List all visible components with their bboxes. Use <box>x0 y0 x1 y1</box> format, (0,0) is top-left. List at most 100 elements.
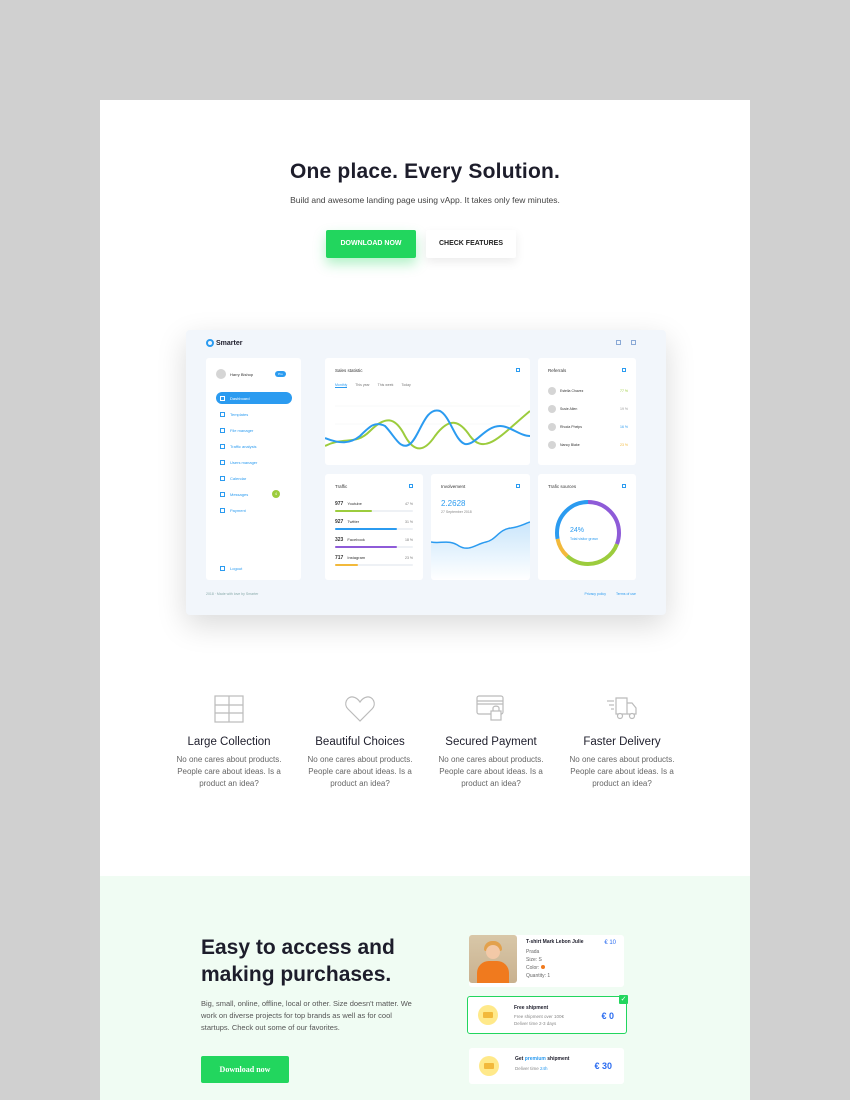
sales-line-chart <box>325 405 530 450</box>
tab-this-week[interactable]: This week <box>378 383 394 388</box>
card-title: Referrals <box>548 368 567 373</box>
messages-badge: 4 <box>272 490 280 498</box>
terms-link[interactable]: Terms of use <box>616 592 636 596</box>
logo-text: Smarter <box>216 339 243 347</box>
traffic-row: 977 Youtube 47 % <box>335 501 413 512</box>
avatar <box>548 405 556 413</box>
download-now-button-secondary[interactable]: Download now <box>201 1056 289 1083</box>
sidebar-item-file-manager[interactable]: File manager <box>216 424 292 436</box>
product-price: € 10 <box>604 940 616 946</box>
dashboard-preview: Smarter Harry Bishop Pro Dashboard Templ… <box>186 330 666 615</box>
notification-icon[interactable] <box>616 340 621 345</box>
avatar <box>548 441 556 449</box>
feature-secured-payment: Secured Payment No one cares about produ… <box>426 695 556 790</box>
menu-icon[interactable] <box>409 484 413 488</box>
avatar <box>216 369 226 379</box>
shipment-line: Deliver time 2-3 days <box>514 1021 557 1026</box>
donut-chart <box>555 500 621 566</box>
menu-icon[interactable] <box>622 484 626 488</box>
sidebar-item-dashboard[interactable]: Dashboard <box>216 392 292 404</box>
shipment-icon <box>479 1056 499 1076</box>
sources-label: Total visitor grown <box>570 537 599 541</box>
menu-icon[interactable] <box>622 368 626 372</box>
involvement-area-chart <box>431 521 530 580</box>
shipment-option-free[interactable]: Free shipment Free shipment over 100€ De… <box>467 995 628 1034</box>
hero-title: One place. Every Solution. <box>289 160 561 183</box>
feature-text: No one cares about products. People care… <box>569 755 675 788</box>
feature-text: No one cares about products. People care… <box>307 755 413 788</box>
feature-title: Secured Payment <box>445 736 537 748</box>
purchase-title: Easy to access and making purchases. <box>201 936 395 986</box>
sales-statistic-card: Sales statistic Monthly This year This w… <box>325 358 530 465</box>
truck-icon <box>607 697 637 720</box>
menu-icon[interactable] <box>516 368 520 372</box>
referrals-card: Referrals Estella Chavez 77 % Susie Allen… <box>538 358 636 465</box>
calendar-icon <box>220 475 225 481</box>
progress-fill <box>335 510 372 512</box>
purchase-section: Easy to access and making purchases. Big… <box>100 876 750 1100</box>
progress-bar <box>335 564 413 566</box>
sidebar-item-logout[interactable]: Logout <box>216 562 292 574</box>
sidebar-item-messages[interactable]: Messages 4 <box>216 488 292 500</box>
dashboard-footer: 2018 · Made with love by Smarter <box>206 592 259 596</box>
folder-icon <box>220 427 225 433</box>
avatar <box>548 423 556 431</box>
traffic-row: 927 Twitter 31 % <box>335 519 413 530</box>
product-image <box>469 935 517 983</box>
feature-text: No one cares about products. People care… <box>176 755 282 788</box>
privacy-link[interactable]: Privacy policy <box>585 592 606 596</box>
product-brand: Prada <box>526 949 540 955</box>
sidebar-item-calendar[interactable]: Calendar <box>216 472 292 484</box>
product-card[interactable]: T-shirt Mark Lebon Julie € 10 Prada Size… <box>469 935 624 987</box>
check-features-button[interactable]: CHECK FEATURES <box>426 230 516 258</box>
dashboard-sidebar: Harry Bishop Pro Dashboard Templates Fil… <box>206 358 301 580</box>
templates-icon <box>220 411 225 417</box>
dashboard-logo: Smarter <box>206 339 242 347</box>
involvement-card: Involvement 2.2628 27 September 2018 <box>431 474 530 580</box>
sidebar-item-traffic[interactable]: Traffic analysis <box>216 440 292 452</box>
purchase-text: Big, small, online, offline, local or ot… <box>201 999 412 1032</box>
shipment-title: Get premium shipment <box>515 1056 570 1062</box>
card-title: Involvement <box>441 484 466 489</box>
progress-fill <box>335 564 359 566</box>
hero-subtitle: Build and awesome landing page using vAp… <box>290 195 560 205</box>
users-icon <box>220 459 225 465</box>
card-title: Traffic <box>335 484 348 489</box>
download-now-button[interactable]: DOWNLOAD NOW <box>326 230 416 258</box>
shipment-price: € 30 <box>594 1061 612 1071</box>
user-profile[interactable]: Harry Bishop Pro <box>216 369 286 379</box>
dashboard-top-icons <box>616 340 636 345</box>
product-quantity: Quantity: 1 <box>526 973 551 979</box>
shipment-icon <box>478 1005 498 1025</box>
product-color: Color: <box>526 965 546 971</box>
tab-monthly[interactable]: Monthly <box>335 383 348 388</box>
tab-today[interactable]: Today <box>401 383 410 388</box>
sidebar-item-users[interactable]: Users manager <box>216 456 292 468</box>
series-line-blue <box>325 409 530 447</box>
sidebar-item-templates[interactable]: Templates <box>216 408 292 420</box>
progress-bar <box>335 528 413 530</box>
heart-icon <box>345 696 375 722</box>
progress-bar <box>335 546 413 548</box>
logout-icon <box>220 565 225 571</box>
message-icon <box>220 491 225 497</box>
user-badge: Pro <box>275 371 286 377</box>
chart-icon <box>220 443 225 449</box>
feature-title: Faster Delivery <box>583 736 661 748</box>
settings-icon[interactable] <box>631 340 636 345</box>
feature-large-collection: Large Collection No one cares about prod… <box>164 695 294 790</box>
grid-icon <box>214 695 244 723</box>
card-title: Sales statistic <box>335 368 363 373</box>
tab-this-year[interactable]: This year <box>355 383 369 388</box>
card-title: Trafic sources <box>548 484 577 489</box>
feature-text: No one cares about products. People care… <box>438 755 544 788</box>
sales-tabs: Monthly This year This week Today <box>335 383 411 388</box>
area-fill <box>431 522 530 580</box>
feature-faster-delivery: Faster Delivery No one cares about produ… <box>557 695 687 790</box>
user-name: Harry Bishop <box>230 371 254 377</box>
shipment-option-premium[interactable]: Get premium shipment Deliver time 24h € … <box>469 1048 624 1084</box>
product-name: T-shirt Mark Lebon Julie <box>526 939 584 945</box>
menu-icon[interactable] <box>516 484 520 488</box>
shipment-line: Deliver time 24h <box>515 1066 548 1071</box>
sidebar-item-payment[interactable]: Payment <box>216 504 292 516</box>
